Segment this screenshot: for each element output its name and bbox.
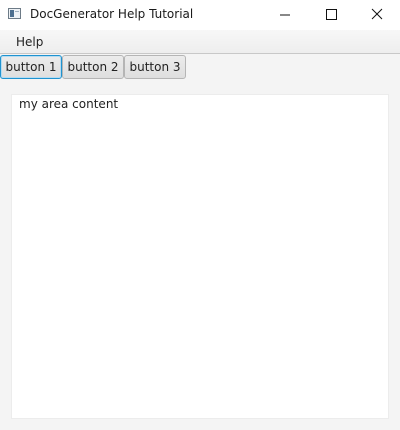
content-text-area[interactable]: my area content: [11, 94, 389, 419]
close-button[interactable]: [354, 0, 400, 30]
minimize-button[interactable]: [262, 0, 308, 30]
button-2[interactable]: button 2: [62, 55, 124, 79]
title-bar: DocGenerator Help Tutorial: [0, 0, 400, 30]
app-window-icon: [8, 8, 21, 19]
button-1[interactable]: button 1: [0, 55, 62, 79]
toolbar: button 1 button 2 button 3: [0, 54, 400, 82]
maximize-icon: [326, 9, 337, 20]
menu-help[interactable]: Help: [8, 35, 51, 51]
close-icon: [371, 8, 383, 20]
maximize-button[interactable]: [308, 0, 354, 30]
minimize-icon: [280, 14, 290, 16]
button-3[interactable]: button 3: [124, 55, 186, 79]
window-title: DocGenerator Help Tutorial: [30, 7, 194, 21]
menu-bar: Help: [0, 30, 400, 54]
